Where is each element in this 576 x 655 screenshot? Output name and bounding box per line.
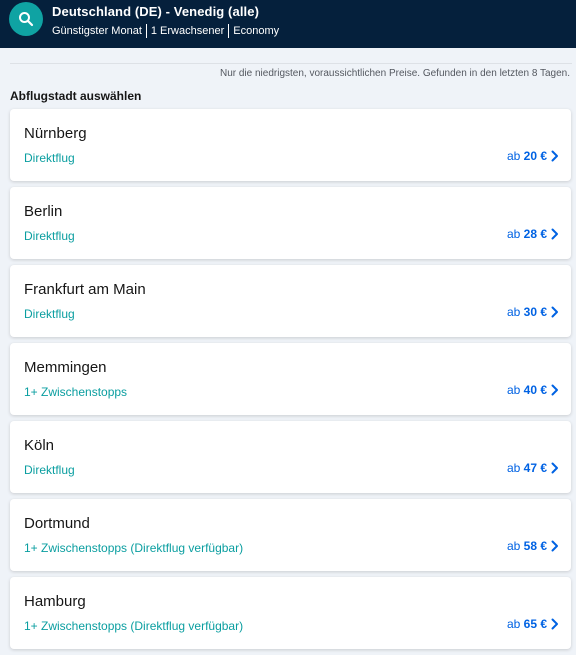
price-label: ab 30 € (507, 305, 547, 319)
search-button[interactable] (9, 2, 43, 36)
price-prefix: ab (506, 617, 521, 631)
chevron-right-icon (551, 618, 558, 630)
chevron-right-icon (551, 228, 558, 240)
search-icon (19, 12, 34, 27)
departure-city-list: Nürnberg Direktflug ab 20 € Berlin Direktflu… (10, 109, 571, 655)
city-card[interactable]: Berlin Direktflug ab 28 € (10, 187, 571, 259)
filter-month: Günstigster Monat (52, 25, 142, 37)
price-label: ab 65 € (507, 617, 547, 631)
chevron-right-icon (551, 540, 558, 552)
price-prefix: ab (506, 539, 521, 553)
city-name: Dortmund (24, 515, 90, 532)
price-notice: Nur die niedrigsten, voraussichtlichen P… (219, 68, 570, 79)
section-title: Abflugstadt auswählen (10, 89, 142, 103)
price-prefix: ab (506, 305, 521, 319)
route-type: Direktflug (24, 151, 75, 165)
city-name: Köln (24, 437, 55, 454)
price-value: 30 € (523, 305, 547, 319)
city-card[interactable]: Frankfurt am Main Direktflug ab 30 € (10, 265, 571, 337)
city-card[interactable]: Dortmund 1+ Zwischenstopps (Direktflug ve… (10, 499, 571, 571)
route-type: 1+ Zwischenstopps (24, 385, 128, 399)
route-type: 1+ Zwischenstopps (Direktflug verfügbar) (24, 619, 244, 633)
filter-passengers: 1 Erwachsener (150, 25, 225, 37)
route-type: 1+ Zwischenstopps (Direktflug verfügbar) (24, 541, 244, 555)
city-card[interactable]: Nürnberg Direktflug ab 20 € (10, 109, 571, 181)
chevron-right-icon (551, 306, 558, 318)
route-type: Direktflug (24, 307, 75, 321)
route-type: Direktflug (24, 229, 75, 243)
price-value: 28 € (523, 227, 547, 241)
price-prefix: ab (506, 227, 521, 241)
price-value: 47 € (523, 461, 547, 475)
city-card[interactable]: Memmingen 1+ Zwischenstopps ab 40 € (10, 343, 571, 415)
chevron-right-icon (551, 150, 558, 162)
chevron-right-icon (551, 462, 558, 474)
city-name: Nürnberg (24, 125, 87, 142)
price-value: 40 € (523, 383, 547, 397)
price-prefix: ab (506, 383, 521, 397)
city-name: Frankfurt am Main (24, 281, 146, 298)
price-prefix: ab (506, 149, 521, 163)
city-card[interactable]: Hamburg 1+ Zwischenstopps (Direktflug ver… (10, 577, 571, 649)
price-label: ab 47 € (507, 461, 547, 475)
price-label: ab 20 € (507, 149, 547, 163)
price-value: 65 € (523, 617, 547, 631)
route-type: Direktflug (24, 463, 75, 477)
price-prefix: ab (506, 461, 521, 475)
divider (10, 63, 572, 64)
city-name: Berlin (24, 203, 63, 220)
chevron-right-icon (551, 384, 558, 396)
price-value: 58 € (523, 539, 547, 553)
city-name: Hamburg (24, 593, 86, 610)
search-filters: Günstigster Monat 1 Erwachsener Economy (52, 24, 283, 38)
filter-cabin-class: Economy (233, 25, 280, 37)
price-value: 20 € (523, 149, 547, 163)
price-label: ab 40 € (507, 383, 547, 397)
route-title: Deutschland (DE) - Venedig (alle) (52, 4, 259, 19)
price-label: ab 28 € (507, 227, 547, 241)
city-card[interactable]: Köln Direktflug ab 47 € (10, 421, 571, 493)
price-label: ab 58 € (507, 539, 547, 553)
city-name: Memmingen (24, 359, 107, 376)
search-summary-header: Deutschland (DE) - Venedig (alle) Günsti… (0, 0, 576, 48)
